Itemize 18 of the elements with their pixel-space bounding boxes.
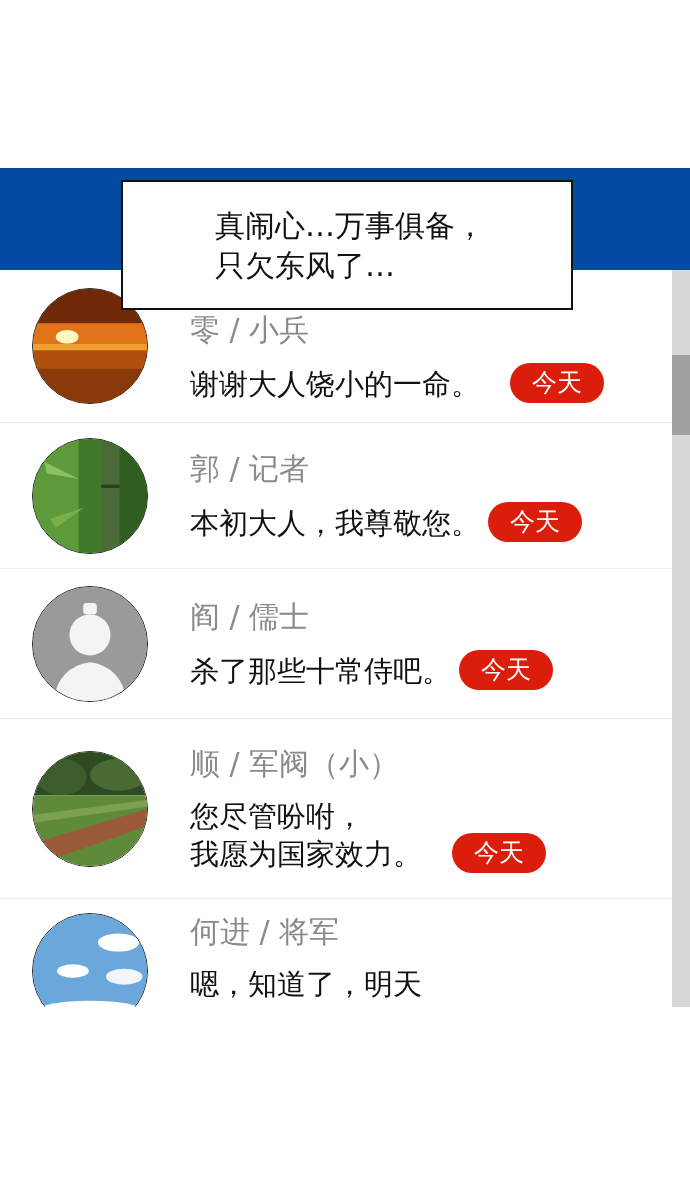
contact-name: 郭 / 记者 [190,449,311,488]
date-badge: 今天 [488,501,582,542]
contact-name: 阎 / 儒士 [190,597,311,636]
message-preview: 我愿为国家效力。 [190,835,422,873]
message-preview: 谢谢大人饶小的一命。 [190,366,480,403]
contact-name: 零 / 小兵 [190,311,311,349]
caption-text: 只欠东风了… [215,247,396,285]
date-badge: 今天 [452,832,546,873]
date-badge: 今天 [510,363,604,403]
message-preview: 嗯，知道了，明天 [190,966,422,1003]
caption-text: 真闹心…万事俱备， [215,207,486,245]
scrollbar-thumb[interactable] [672,355,690,435]
contact-name: 何进 / 将军 [190,913,341,951]
message-preview: 杀了那些十常侍吧。 [190,652,451,690]
message-preview: 您尽管吩咐， [190,797,365,835]
contact-name: 顺 / 军阀（小） [190,744,401,783]
date-badge: 今天 [459,649,553,690]
message-preview: 本初大人，我尊敬您。 [190,504,480,542]
